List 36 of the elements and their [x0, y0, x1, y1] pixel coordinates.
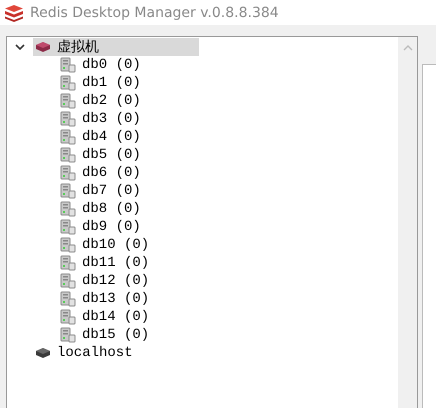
database-item[interactable]: db3 (0)	[82, 111, 141, 127]
database-item[interactable]: db6 (0)	[82, 165, 141, 181]
database-item[interactable]: db8 (0)	[82, 201, 141, 217]
database-item[interactable]: db13 (0)	[82, 291, 150, 307]
database-item[interactable]: db9 (0)	[82, 219, 141, 235]
app-logo-icon	[4, 4, 24, 22]
database-icon	[60, 183, 76, 199]
database-icon	[60, 57, 76, 73]
database-item[interactable]: db2 (0)	[82, 93, 141, 109]
database-item[interactable]: db15 (0)	[82, 327, 150, 343]
database-icon	[60, 273, 76, 289]
database-icon	[60, 255, 76, 271]
database-item[interactable]: db10 (0)	[82, 237, 150, 253]
server-item[interactable]: 虚拟机	[33, 38, 199, 56]
database-item[interactable]: db14 (0)	[82, 309, 150, 325]
database-item[interactable]: db5 (0)	[82, 147, 141, 163]
database-item[interactable]: db4 (0)	[82, 129, 141, 145]
database-icon	[60, 111, 76, 127]
database-item[interactable]: db0 (0)	[82, 57, 141, 73]
database-icon	[60, 219, 76, 235]
database-icon	[60, 237, 76, 253]
window-title: Redis Desktop Manager v.0.8.8.384	[30, 4, 279, 20]
database-icon	[60, 291, 76, 307]
database-item[interactable]: db7 (0)	[82, 183, 141, 199]
database-icon	[60, 201, 76, 217]
database-icon	[60, 309, 76, 325]
server-item[interactable]: localhost	[33, 344, 199, 362]
database-icon	[60, 327, 76, 343]
database-icon	[60, 165, 76, 181]
database-item[interactable]: db12 (0)	[82, 273, 150, 289]
database-icon	[60, 93, 76, 109]
database-icon	[60, 75, 76, 91]
database-icon	[60, 147, 76, 163]
database-icon	[60, 129, 76, 145]
database-item[interactable]: db11 (0)	[82, 255, 150, 271]
database-item[interactable]: db1 (0)	[82, 75, 141, 91]
